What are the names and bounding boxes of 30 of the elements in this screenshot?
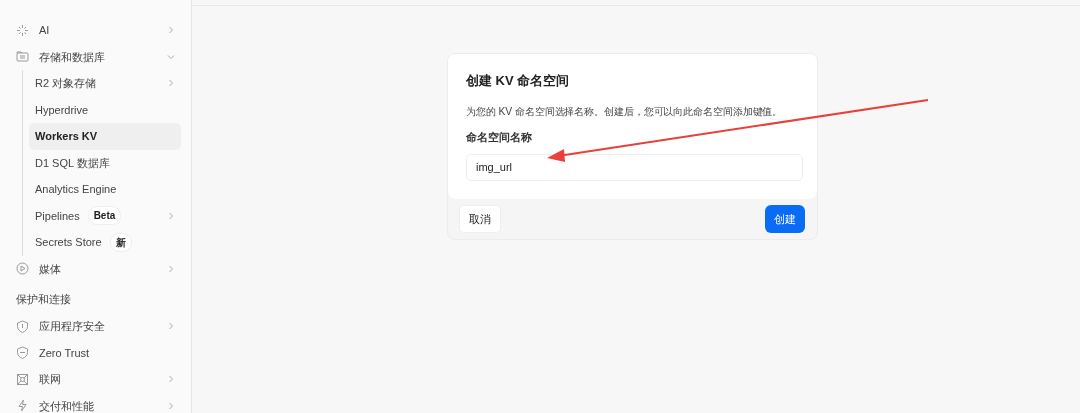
bolt-icon [16,399,29,413]
sidebar-item[interactable]: Hyperdrive [29,96,181,123]
section-heading: 保护和连接 [15,291,72,307]
cancel-button[interactable]: 取消 [459,204,501,234]
input-field[interactable]: img_url [466,153,803,181]
sidebar-item[interactable]: R2 对象存储 [29,70,181,97]
sidebar-item[interactable]: D1 SQL 数据库 [29,149,181,176]
create-button[interactable]: 创建 [765,204,805,234]
sidebar-item[interactable]: 应用程序安全 [10,313,181,340]
badge: 新 [109,232,132,252]
sidebar-item[interactable]: Zero Trust [10,339,181,366]
sparkle-icon [16,23,29,37]
badge: Beta [87,206,122,226]
network-icon [16,372,29,386]
dialog-title: 创建 KV 命名空间 [466,72,571,90]
sidebar-item[interactable]: Workers KV [29,123,181,150]
sidebar-item[interactable]: Secrets Store 新 [29,229,181,256]
sidebar-item[interactable]: 交付和性能 [10,392,181,413]
sidebar-item[interactable]: 联网 [10,366,181,393]
sidebar-item[interactable]: 媒体 [10,255,181,282]
folder-icon [16,50,29,64]
sidebar-item[interactable]: Pipelines Beta [29,202,181,229]
play-circle-icon [16,262,29,276]
sidebar-item[interactable]: AI [10,17,181,44]
dialog-description: 为您的 KV 命名空间选择名称。创建后，您可以向此命名空间添加键值。 [466,104,784,119]
shield-icon [16,319,29,333]
field-label: 命名空间名称 [466,130,533,146]
sidebar-item[interactable]: Analytics Engine [29,176,181,203]
sidebar-item[interactable]: 存储和数据库 [10,43,181,70]
shield-icon [16,346,29,360]
